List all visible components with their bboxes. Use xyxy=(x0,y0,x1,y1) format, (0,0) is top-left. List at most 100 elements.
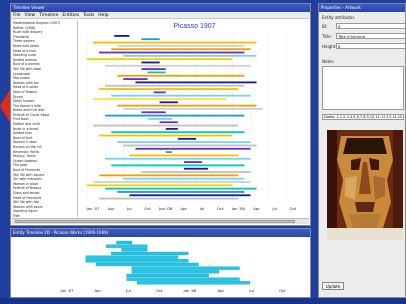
timeline-bar[interactable] xyxy=(99,134,233,137)
timeline-bar[interactable] xyxy=(123,78,148,80)
timeline-bar[interactable] xyxy=(105,64,251,67)
timeline-bar[interactable] xyxy=(117,74,245,77)
timeline-bar[interactable] xyxy=(99,88,239,90)
timeline-bar[interactable] xyxy=(111,164,245,167)
entity-timeline-svg[interactable]: Jan '07 Apr Jul Oct Jan '08 Apr Jul Oct xyxy=(51,239,306,295)
x-tick-label: Oct xyxy=(290,206,297,211)
x-tick-label: Jul xyxy=(126,206,132,211)
x-tick-label: Jul xyxy=(248,288,254,293)
x-tick-label: Jul xyxy=(125,288,131,293)
timeline-bar[interactable] xyxy=(141,38,160,41)
dates-field[interactable]: Dates: 1,1,2,3,4,5,6,7,8,9,10,11,12,13,1… xyxy=(322,114,404,120)
entity-timeline-titlebar[interactable]: Entity Timeline 2D - Picasso Works (1906… xyxy=(11,229,310,237)
timeline-bar[interactable] xyxy=(105,84,245,87)
timeline-chart[interactable]: Picasso 1907 Jan '07 Apr Jul Oct Jan '08 Apr J… xyxy=(79,21,310,217)
chart-title: Picasso 1907 xyxy=(173,23,216,30)
timeline-bar[interactable] xyxy=(159,101,178,104)
timeline-bar[interactable] xyxy=(117,191,245,193)
timeline-bar[interactable] xyxy=(111,131,245,134)
timeline-bar[interactable] xyxy=(123,177,245,180)
timeline-bar[interactable] xyxy=(99,197,239,200)
x-tick-label: Jan '08 xyxy=(158,206,173,211)
timeline-svg[interactable]: Jan '07 Apr Jul Oct Jan '08 Apr Jul Oct Jan '09 A… xyxy=(79,21,310,217)
timeline-bar[interactable] xyxy=(123,54,257,57)
timeline-bar[interactable] xyxy=(147,118,172,120)
timeline-bar[interactable] xyxy=(129,194,251,197)
entity-bar[interactable] xyxy=(95,262,199,267)
timeline-window-titlebar[interactable]: Timeline Viewer xyxy=(11,4,310,12)
entity-bar[interactable] xyxy=(85,255,179,259)
timeline-bar[interactable] xyxy=(93,98,227,100)
timeline-bar[interactable] xyxy=(99,51,245,54)
x-tick-label: Jan '08 xyxy=(183,288,198,293)
timeline-bar[interactable] xyxy=(141,61,160,64)
timeline-bar[interactable] xyxy=(141,68,166,71)
timeline-bar[interactable] xyxy=(111,94,251,97)
timeline-bar[interactable] xyxy=(129,154,239,157)
timeline-bar[interactable] xyxy=(153,91,166,94)
timeline-bar[interactable] xyxy=(117,44,245,47)
timeline-bar[interactable] xyxy=(105,187,257,190)
title-field[interactable]: Tête d'homme xyxy=(336,33,405,39)
timeline-bar[interactable] xyxy=(141,171,251,173)
entity-bar[interactable] xyxy=(106,244,148,248)
menu-tools[interactable]: Tools xyxy=(83,13,94,18)
field-row-id: ID: 6 xyxy=(322,23,405,29)
entity-bar[interactable] xyxy=(85,259,189,263)
timeline-bar[interactable] xyxy=(123,108,263,110)
timeline-bar[interactable] xyxy=(141,111,166,114)
timeline-bar[interactable] xyxy=(177,137,196,140)
menu-file[interactable]: File xyxy=(13,13,21,18)
timeline-bar[interactable] xyxy=(159,121,178,124)
timeline-bar[interactable] xyxy=(165,151,172,154)
timeline-bar[interactable] xyxy=(93,41,257,44)
menu-help[interactable]: Help xyxy=(98,13,108,18)
timeline-bar[interactable] xyxy=(135,147,251,150)
timeline-bar[interactable] xyxy=(165,127,178,130)
entity-bar[interactable] xyxy=(111,251,189,256)
x-tick-label: Jan '07 xyxy=(60,288,75,293)
entity-list-item[interactable]: Tree xyxy=(12,214,77,217)
timeline-bar[interactable] xyxy=(114,35,130,37)
timeline-bar[interactable] xyxy=(135,81,257,84)
x-tick-label: Jan '09 xyxy=(231,206,246,211)
timeline-bar[interactable] xyxy=(183,167,209,170)
timeline-bar[interactable] xyxy=(93,181,251,183)
timeline-bar[interactable] xyxy=(183,161,203,163)
timeline-bar[interactable] xyxy=(87,58,233,61)
entity-bar[interactable] xyxy=(116,240,133,245)
height-label: Height: xyxy=(322,43,337,49)
entity-bar[interactable] xyxy=(131,270,220,274)
timeline-bar[interactable] xyxy=(105,114,245,117)
properties-titlebar[interactable]: Properties - Artwork xyxy=(319,4,405,12)
update-button[interactable]: Update xyxy=(322,282,344,290)
entity-bar[interactable] xyxy=(121,248,148,252)
timeline-bar[interactable] xyxy=(87,184,233,187)
timeline-bar[interactable] xyxy=(105,157,251,160)
entity-bar[interactable] xyxy=(131,266,240,270)
entity-bar[interactable] xyxy=(126,277,240,281)
timeline-bar[interactable] xyxy=(99,174,239,177)
horizontal-scrollbar[interactable] xyxy=(12,218,309,224)
timeline-bar[interactable] xyxy=(111,48,251,51)
timeline-bar[interactable] xyxy=(117,104,257,107)
entity-list[interactable]: Mademoiselle Avignon (1907) Bather (1908)… xyxy=(12,21,78,217)
menu-timeline[interactable]: Timeline xyxy=(39,13,58,18)
timeline-bar[interactable] xyxy=(147,71,166,74)
id-field[interactable]: 6 xyxy=(336,23,405,29)
notes-textarea[interactable] xyxy=(322,66,404,110)
scrollbar-thumb[interactable] xyxy=(15,220,295,223)
title-label: Title: xyxy=(322,33,332,39)
timeline-window-title: Timeline Viewer xyxy=(13,5,45,10)
height-field[interactable]: 6 xyxy=(336,43,405,49)
timeline-bar[interactable] xyxy=(123,144,257,147)
entity-bar[interactable] xyxy=(126,273,209,278)
menu-view[interactable]: View xyxy=(25,13,36,18)
menu-entities[interactable]: Entities xyxy=(62,13,79,18)
timeline-bar[interactable] xyxy=(117,141,251,144)
notes-label: Notes xyxy=(322,59,334,64)
id-label: ID: xyxy=(322,23,328,29)
field-row-title: Title: Tête d'homme xyxy=(322,33,405,39)
entity-bar[interactable] xyxy=(136,281,250,285)
timeline-bar[interactable] xyxy=(93,124,239,127)
